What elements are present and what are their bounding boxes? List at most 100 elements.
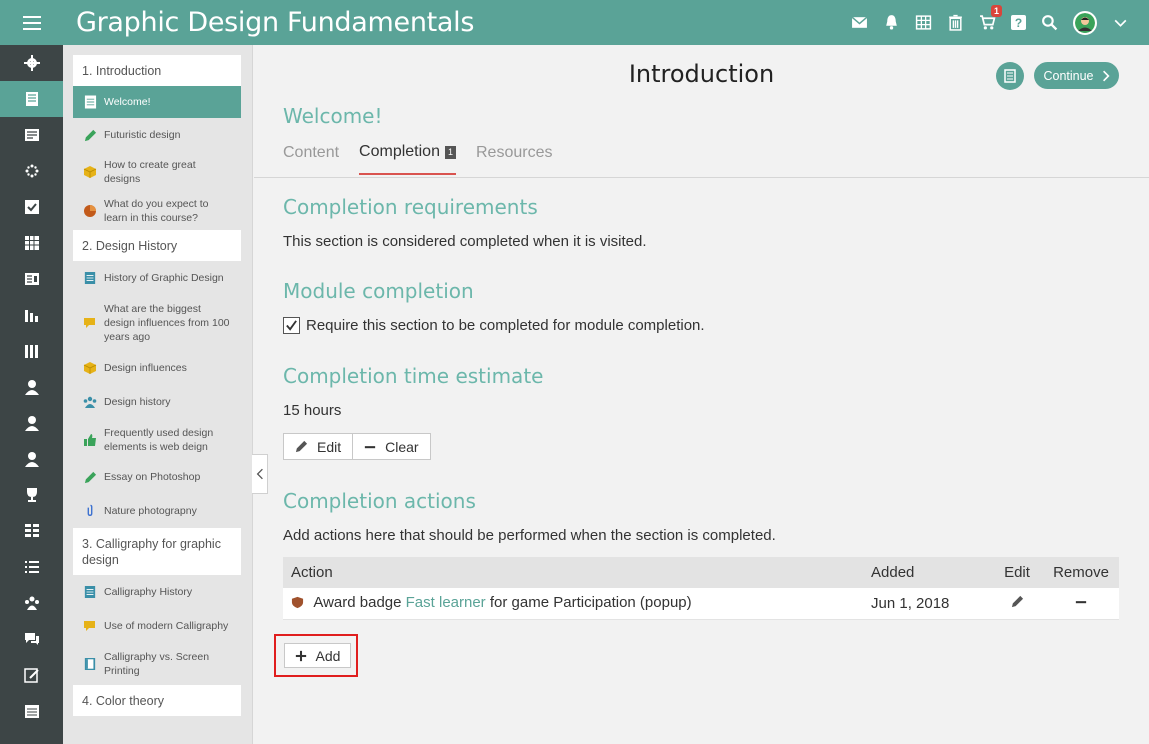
actions-table: Action Added Edit Remove Award badge Fas… bbox=[283, 557, 1119, 620]
plus-icon bbox=[295, 650, 306, 661]
rail-trophy-icon[interactable] bbox=[0, 477, 63, 513]
outline-section[interactable]: 3. Calligraphy for graphic design bbox=[73, 528, 241, 575]
rail-groups-icon[interactable] bbox=[0, 585, 63, 621]
rail-calendar2-icon[interactable] bbox=[0, 693, 63, 729]
added-cell: Jun 1, 2018 bbox=[863, 588, 991, 620]
badge-link[interactable]: Fast learner bbox=[406, 594, 486, 611]
rail-chat-icon[interactable] bbox=[0, 621, 63, 657]
outline-item-label: Futuristic design bbox=[104, 129, 181, 141]
outline-section[interactable]: 2. Design History bbox=[73, 230, 241, 261]
time-buttons: Edit Clear bbox=[283, 433, 431, 460]
remove-action-button[interactable] bbox=[1043, 588, 1119, 620]
mail-icon[interactable] bbox=[851, 14, 868, 31]
actions-text: Add actions here that should be performe… bbox=[283, 527, 776, 544]
outline-item[interactable]: Calligraphy History bbox=[73, 575, 241, 609]
rail-edit-icon[interactable] bbox=[0, 657, 63, 693]
document-icon bbox=[83, 271, 97, 285]
trash-icon[interactable] bbox=[947, 14, 964, 31]
rail-sun-icon[interactable] bbox=[0, 153, 63, 189]
document-icon bbox=[83, 95, 97, 109]
tab-label: Resources bbox=[476, 144, 553, 161]
continue-label: Continue bbox=[1043, 68, 1094, 83]
top-icons: 1 ? bbox=[851, 0, 1129, 45]
module-completion-label: Require this section to be completed for… bbox=[306, 317, 705, 334]
rail-user-icon[interactable] bbox=[0, 369, 63, 405]
rail-catalog-icon[interactable] bbox=[0, 117, 63, 153]
tab-count-badge: 1 bbox=[444, 145, 456, 159]
edit-label: Edit bbox=[317, 438, 342, 455]
rail-checklist-icon[interactable] bbox=[0, 189, 63, 225]
menu-icon[interactable] bbox=[0, 0, 63, 45]
outline-item[interactable]: Design influences bbox=[73, 351, 241, 385]
tab-completion[interactable]: Completion 1 bbox=[359, 143, 456, 175]
pencil-icon bbox=[83, 128, 97, 142]
outline-item-label: Use of modern Calligraphy bbox=[104, 620, 229, 632]
rail-instructor-icon[interactable] bbox=[0, 405, 63, 441]
cart-badge: 1 bbox=[990, 5, 1002, 17]
outline-section[interactable]: 1. Introduction bbox=[73, 55, 241, 86]
tab-label: Content bbox=[283, 144, 340, 161]
column-header: Edit bbox=[991, 557, 1043, 588]
table-row: Award badge Fast learner for game Partic… bbox=[283, 588, 1119, 620]
outline-item-label: What are the biggest design influences f… bbox=[104, 303, 230, 343]
time-value: 15 hours bbox=[283, 402, 342, 419]
outline-item-label: What do you expect to learn in this cour… bbox=[104, 197, 209, 224]
outline-item[interactable]: History of Graphic Design bbox=[73, 261, 241, 295]
nav-rail bbox=[0, 45, 63, 744]
pie-chart-icon bbox=[83, 204, 97, 218]
continue-button[interactable]: Continue bbox=[1034, 62, 1119, 89]
chevron-right-icon bbox=[1102, 70, 1110, 81]
rail-reports-icon[interactable] bbox=[0, 261, 63, 297]
column-header: Action bbox=[283, 557, 863, 588]
rail-library-icon[interactable] bbox=[0, 333, 63, 369]
add-action-button[interactable]: Add bbox=[284, 643, 351, 668]
notes-button[interactable] bbox=[996, 62, 1024, 90]
clear-time-button[interactable]: Clear bbox=[353, 433, 431, 460]
minus-icon bbox=[1075, 600, 1087, 603]
chat-icon bbox=[83, 316, 97, 330]
rail-grid-icon[interactable] bbox=[0, 513, 63, 549]
tab-content[interactable]: Content bbox=[283, 143, 339, 175]
top-bar: Graphic Design Fundamentals 1 ? bbox=[0, 0, 1149, 45]
chevron-down-icon[interactable] bbox=[1112, 14, 1129, 31]
outline-item-label: Nature photograpny bbox=[104, 505, 197, 517]
calendar-icon[interactable] bbox=[915, 14, 932, 31]
main-content: Introduction Continue Welcome! Content C… bbox=[254, 45, 1149, 744]
search-icon[interactable] bbox=[1041, 14, 1058, 31]
outline-item[interactable]: Use of modern Calligraphy bbox=[73, 609, 241, 643]
rail-learner-icon[interactable] bbox=[0, 441, 63, 477]
box-icon bbox=[83, 165, 97, 179]
outline-item-welcome[interactable]: Welcome! bbox=[73, 86, 241, 118]
outline-item[interactable]: Design history bbox=[73, 385, 241, 419]
outline-item[interactable]: What are the biggest design influences f… bbox=[73, 295, 241, 351]
rail-list-icon[interactable] bbox=[0, 549, 63, 585]
outline-item[interactable]: What do you expect to learn in this cour… bbox=[73, 191, 241, 230]
pencil-icon bbox=[1011, 595, 1023, 607]
module-heading: Module completion bbox=[283, 279, 474, 303]
rail-calendar-icon[interactable] bbox=[0, 225, 63, 261]
unit-title: Welcome! bbox=[283, 104, 383, 128]
outline-item[interactable]: Futuristic design bbox=[73, 118, 241, 152]
edit-action-button[interactable] bbox=[991, 588, 1043, 620]
column-header: Added bbox=[863, 557, 991, 588]
outline-item[interactable]: Nature photograpny bbox=[73, 494, 241, 528]
cart-icon[interactable]: 1 bbox=[979, 5, 1002, 31]
outline-item[interactable]: Frequently used design elements is web d… bbox=[73, 419, 241, 460]
edit-time-button[interactable]: Edit bbox=[283, 433, 354, 460]
bell-icon[interactable] bbox=[883, 14, 900, 31]
app-title: Graphic Design Fundamentals bbox=[76, 7, 475, 38]
rail-settings-icon[interactable] bbox=[0, 45, 63, 81]
avatar[interactable] bbox=[1073, 10, 1097, 35]
help-icon[interactable]: ? bbox=[1011, 15, 1026, 30]
rail-chart-icon[interactable] bbox=[0, 297, 63, 333]
box-icon bbox=[83, 361, 97, 375]
rail-course-icon[interactable] bbox=[0, 81, 63, 117]
tab-resources[interactable]: Resources bbox=[476, 143, 552, 175]
outline-item[interactable]: Calligraphy vs. Screen Printing bbox=[73, 643, 241, 685]
action-cell: Award badge Fast learner for game Partic… bbox=[283, 588, 863, 620]
module-completion-checkbox[interactable] bbox=[283, 317, 300, 334]
outline-item[interactable]: How to create great designs bbox=[73, 152, 241, 191]
outline-section[interactable]: 4. Color theory bbox=[73, 685, 241, 716]
paperclip-icon bbox=[83, 504, 97, 518]
outline-item[interactable]: Essay on Photoshop bbox=[73, 460, 241, 494]
